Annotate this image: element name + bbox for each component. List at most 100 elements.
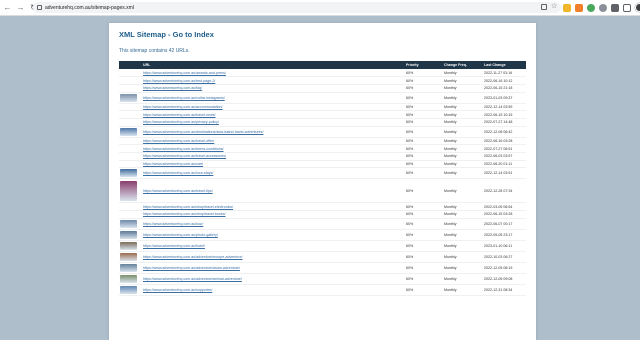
table-row: https://www.adventurehq.com.au/destinati…: [119, 126, 526, 138]
page-thumbnail-image: [120, 180, 137, 201]
extensions-bar: ⋮: [563, 3, 640, 12]
row-change-freq: Monthly: [442, 210, 482, 219]
row-priority: 60%: [404, 202, 442, 212]
row-change-freq: Monthly: [442, 251, 482, 263]
table-row: https://www.adventurehq.com.au/travel-of…: [119, 137, 526, 146]
table-row: https://www.adventurehq.com.au/adventure…: [119, 262, 526, 274]
sidebar-icon[interactable]: [623, 3, 631, 12]
row-url-link[interactable]: https://www.adventurehq.com.au/awards-an…: [141, 69, 404, 78]
extension-icon-green[interactable]: [587, 3, 595, 12]
row-change-freq: Monthly: [442, 137, 482, 146]
row-priority: 60%: [404, 144, 442, 153]
row-image-cell: [119, 240, 141, 252]
page-thumbnail-image: [120, 127, 137, 136]
row-priority: 60%: [404, 251, 442, 263]
row-url-link[interactable]: https://www.adventurehq.com.au/supporter…: [141, 284, 404, 296]
table-row: https://www.adventurehq.com.au/awards-an…: [119, 69, 526, 78]
row-url-link[interactable]: https://www.adventurehq.com.au/privacy-p…: [141, 118, 404, 127]
row-image-cell: [119, 202, 141, 212]
forward-icon[interactable]: →: [15, 1, 26, 15]
table-row: https://www.adventurehq.com.au/adventure…: [119, 273, 526, 285]
row-change-freq: Monthly: [442, 84, 482, 93]
row-url-link[interactable]: https://www.adventurehq.com.au/shop/trav…: [141, 210, 404, 219]
row-image-cell: [119, 273, 141, 285]
row-change-freq: Monthly: [442, 144, 482, 153]
row-change-freq: Monthly: [442, 167, 482, 180]
row-url-link[interactable]: https://www.adventurehq.com.au/adventure…: [141, 273, 404, 285]
row-url-link[interactable]: https://www.adventurehq.com.au/luxe-stay…: [141, 167, 404, 180]
row-image-cell: [119, 160, 141, 169]
row-url-link[interactable]: https://www.adventurehq.com.au/travel-ac…: [141, 152, 404, 161]
page-thumbnail-image: [120, 285, 137, 294]
table-row: https://www.adventurehq.com.au/test-page…: [119, 76, 526, 85]
row-change-freq: Monthly: [442, 202, 482, 212]
back-icon[interactable]: ←: [2, 1, 13, 15]
page-thumbnail-image: [120, 241, 137, 250]
row-last-change: 2022-12-05 08:19: [482, 262, 526, 274]
extension-icon-orange[interactable]: [575, 3, 583, 12]
row-last-change: 2022-06-16 03:28: [482, 137, 526, 146]
row-image-cell: [119, 167, 141, 180]
profile-avatar[interactable]: [635, 3, 640, 12]
row-image-cell: [119, 118, 141, 127]
row-image-cell: [119, 218, 141, 230]
row-url-link[interactable]: https://www.adventurehq.com.au/travel-of…: [141, 137, 404, 146]
row-url-link[interactable]: https://www.adventurehq.com.au/cultra-in…: [141, 92, 404, 104]
lock-icon: [37, 5, 42, 10]
row-priority: 60%: [404, 273, 442, 285]
row-url-link[interactable]: https://www.adventurehq.com.au/adventure…: [141, 251, 404, 263]
row-last-change: 2022-11-27 03:16: [482, 69, 526, 78]
row-priority: 60%: [404, 103, 442, 112]
row-url-link[interactable]: https://www.adventurehq.com.au/cart/: [141, 160, 404, 169]
address-bar[interactable]: adventurehq.com.au/sitemap-pages.xml ☆: [33, 2, 561, 13]
extension-icon-yellow[interactable]: [563, 3, 571, 12]
row-priority: 60%: [404, 167, 442, 180]
row-priority: 60%: [404, 160, 442, 169]
page-thumbnail-image: [120, 252, 137, 261]
row-url-link[interactable]: https://www.adventurehq.com.au/destinati…: [141, 126, 404, 138]
row-url-link[interactable]: https://www.adventurehq.com.au/shop/trav…: [141, 202, 404, 212]
table-row: https://www.adventurehq.com.au/faq/60% Mo…: [119, 84, 526, 93]
row-url-link[interactable]: https://www.adventurehq.com.au/adventure…: [141, 262, 404, 274]
row-url-link[interactable]: https://www.adventurehq.com.au/travel-ti…: [141, 178, 404, 204]
share-icon[interactable]: [541, 4, 547, 10]
row-last-change: 2022-06-15 10:15: [482, 110, 526, 119]
row-url-link[interactable]: https://www.adventurehq.com.au/tour/: [141, 218, 404, 230]
row-image-cell: [119, 84, 141, 93]
bookmark-star-icon[interactable]: ☆: [551, 3, 557, 10]
row-image-cell: [119, 69, 141, 78]
page-thumbnail-image: [120, 93, 137, 102]
table-row: https://www.adventurehq.com.au/shop/trav…: [119, 210, 526, 219]
sitemap-table: URL Priority Change Freq. Last Change ht…: [119, 61, 526, 296]
row-url-link[interactable]: https://www.adventurehq.com.au/faq/: [141, 84, 404, 93]
row-url-link[interactable]: https://www.adventurehq.com.au/hotel/: [141, 240, 404, 252]
row-priority: 60%: [404, 210, 442, 219]
table-row: https://www.adventurehq.com.au/cultra-in…: [119, 92, 526, 104]
page-thumbnail-image: [120, 230, 137, 239]
row-url-link[interactable]: https://www.adventurehq.com.au/terms-con…: [141, 144, 404, 153]
row-change-freq: Monthly: [442, 240, 482, 252]
table-row: https://www.adventurehq.com.au/photo-gal…: [119, 229, 526, 241]
row-priority: 60%: [404, 152, 442, 161]
row-last-change: 2022-06-03 03:57: [482, 152, 526, 161]
sitemap-card: XML Sitemap - Go to Index This sitemap c…: [109, 23, 536, 340]
puzzle-icon[interactable]: [611, 3, 619, 12]
row-url-link[interactable]: https://www.adventurehq.com.au/test-page…: [141, 76, 404, 85]
row-change-freq: Monthly: [442, 69, 482, 78]
row-change-freq: Monthly: [442, 273, 482, 285]
extension-icon-grey[interactable]: [599, 3, 607, 12]
row-change-freq: Monthly: [442, 152, 482, 161]
row-last-change: 2022-07-27 14:48: [482, 118, 526, 127]
page-title[interactable]: XML Sitemap - Go to Index: [119, 30, 214, 39]
row-url-link[interactable]: https://www.adventurehq.com.au/travel-ne…: [141, 110, 404, 119]
row-priority: 60%: [404, 262, 442, 274]
row-last-change: 2022-06-16 10:12: [482, 76, 526, 85]
row-last-change: 2022-07-27 08:51: [482, 144, 526, 153]
header-image: [119, 61, 141, 69]
row-url-link[interactable]: https://www.adventurehq.com.au/accommoda…: [141, 103, 404, 112]
table-row: https://www.adventurehq.com.au/travel-ti…: [119, 178, 526, 204]
row-change-freq: Monthly: [442, 126, 482, 138]
row-priority: 60%: [404, 92, 442, 104]
header-last-change: Last Change: [484, 63, 506, 67]
row-url-link[interactable]: https://www.adventurehq.com.au/photo-gal…: [141, 229, 404, 241]
